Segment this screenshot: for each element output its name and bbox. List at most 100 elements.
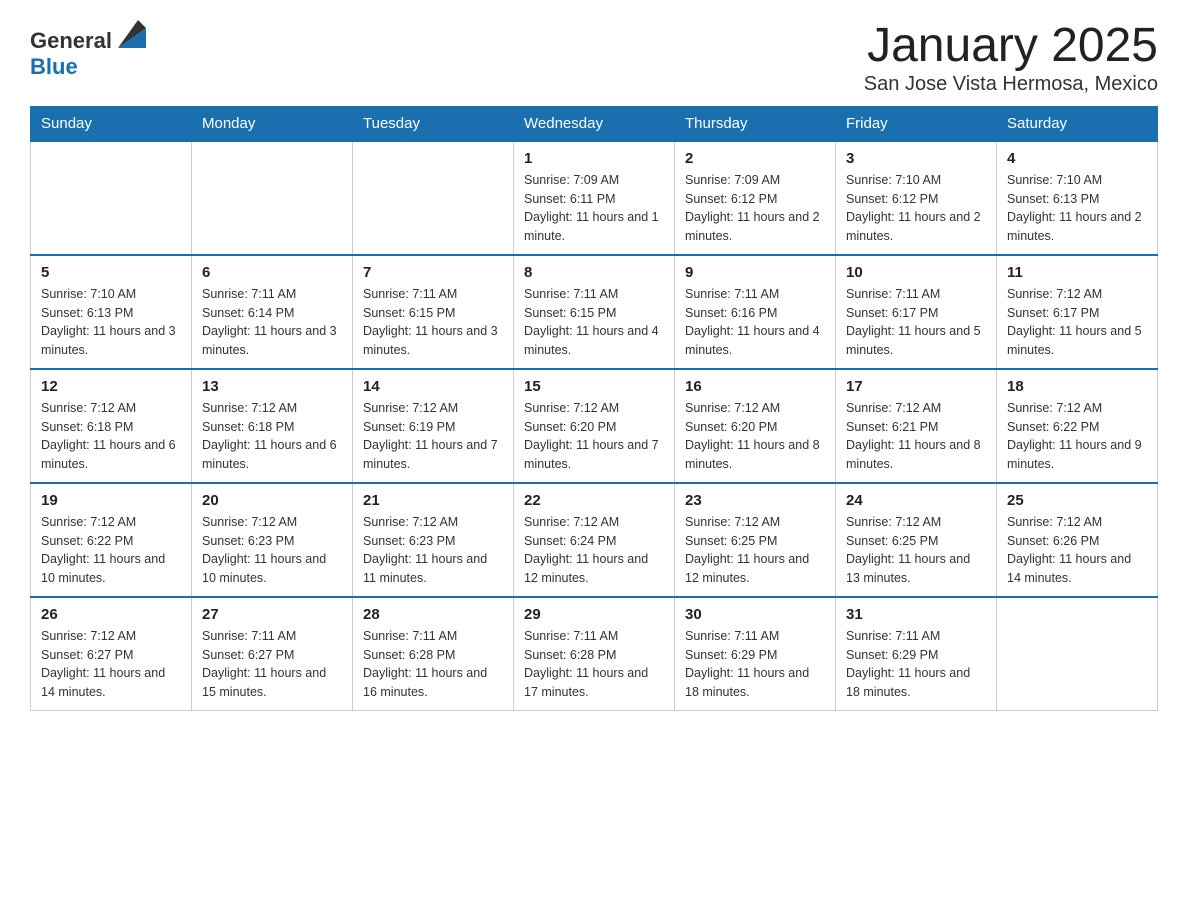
- day-info: Sunrise: 7:11 AMSunset: 6:28 PMDaylight:…: [363, 627, 503, 702]
- day-header-monday: Monday: [192, 106, 353, 141]
- calendar-cell: 13 Sunrise: 7:12 AMSunset: 6:18 PMDayligh…: [192, 369, 353, 483]
- day-number: 10: [846, 264, 986, 281]
- calendar-cell: 22Sunrise: 7:12 AMSunset: 6:24 PMDayligh…: [514, 483, 675, 597]
- title-section: January 2025 San Jose Vista Hermosa, Mex…: [864, 20, 1158, 96]
- day-number: 19: [41, 492, 181, 509]
- day-info: Sunrise: 7:12 AMSunset: 6:23 PMDaylight:…: [363, 513, 503, 588]
- day-number: 22: [524, 492, 664, 509]
- day-info: Sunrise: 7:12 AMSunset: 6:25 PMDaylight:…: [846, 513, 986, 588]
- calendar-table: SundayMondayTuesdayWednesdayThursdayFrid…: [30, 106, 1158, 711]
- calendar-week-row: 12 Sunrise: 7:12 AMSunset: 6:18 PMDayligh…: [31, 369, 1158, 483]
- calendar-cell: 11Sunrise: 7:12 AMSunset: 6:17 PMDayligh…: [997, 255, 1158, 369]
- calendar-header: SundayMondayTuesdayWednesdayThursdayFrid…: [31, 106, 1158, 141]
- calendar-cell: 6 Sunrise: 7:11 AMSunset: 6:14 PMDaylight…: [192, 255, 353, 369]
- day-info: Sunrise: 7:11 AMSunset: 6:29 PMDaylight:…: [685, 627, 825, 702]
- calendar-cell: 8 Sunrise: 7:11 AMSunset: 6:15 PMDaylight…: [514, 255, 675, 369]
- day-info: Sunrise: 7:10 AMSunset: 6:13 PMDaylight:…: [41, 285, 181, 360]
- day-info: Sunrise: 7:10 AMSunset: 6:13 PMDaylight:…: [1007, 171, 1147, 246]
- day-number: 11: [1007, 264, 1147, 281]
- day-info: Sunrise: 7:11 AMSunset: 6:15 PMDaylight:…: [363, 285, 503, 360]
- day-info: Sunrise: 7:12 AMSunset: 6:25 PMDaylight:…: [685, 513, 825, 588]
- day-info: Sunrise: 7:11 AMSunset: 6:15 PMDaylight:…: [524, 285, 664, 360]
- day-number: 26: [41, 606, 181, 623]
- day-info: Sunrise: 7:11 AMSunset: 6:14 PMDaylight:…: [202, 285, 342, 360]
- day-number: 12: [41, 378, 181, 395]
- month-title: January 2025: [864, 20, 1158, 73]
- calendar-cell: 4 Sunrise: 7:10 AMSunset: 6:13 PMDaylight…: [997, 141, 1158, 255]
- calendar-cell: 20Sunrise: 7:12 AMSunset: 6:23 PMDayligh…: [192, 483, 353, 597]
- day-info: Sunrise: 7:12 AMSunset: 6:18 PMDaylight:…: [202, 399, 342, 474]
- day-number: 28: [363, 606, 503, 623]
- day-header-thursday: Thursday: [675, 106, 836, 141]
- calendar-cell: 17 Sunrise: 7:12 AMSunset: 6:21 PMDayligh…: [836, 369, 997, 483]
- day-info: Sunrise: 7:12 AMSunset: 6:22 PMDaylight:…: [41, 513, 181, 588]
- day-number: 17: [846, 378, 986, 395]
- calendar-cell: 16 Sunrise: 7:12 AMSunset: 6:20 PMDayligh…: [675, 369, 836, 483]
- day-number: 9: [685, 264, 825, 281]
- calendar-cell: 30 Sunrise: 7:11 AMSunset: 6:29 PMDayligh…: [675, 597, 836, 711]
- calendar-cell: 3 Sunrise: 7:10 AMSunset: 6:12 PMDaylight…: [836, 141, 997, 255]
- calendar-week-row: 5 Sunrise: 7:10 AMSunset: 6:13 PMDaylight…: [31, 255, 1158, 369]
- days-header-row: SundayMondayTuesdayWednesdayThursdayFrid…: [31, 106, 1158, 141]
- calendar-cell: 28 Sunrise: 7:11 AMSunset: 6:28 PMDayligh…: [353, 597, 514, 711]
- day-info: Sunrise: 7:11 AMSunset: 6:16 PMDaylight:…: [685, 285, 825, 360]
- day-info: Sunrise: 7:12 AMSunset: 6:18 PMDaylight:…: [41, 399, 181, 474]
- day-info: Sunrise: 7:11 AMSunset: 6:27 PMDaylight:…: [202, 627, 342, 702]
- day-info: Sunrise: 7:12 AMSunset: 6:21 PMDaylight:…: [846, 399, 986, 474]
- day-header-saturday: Saturday: [997, 106, 1158, 141]
- day-header-friday: Friday: [836, 106, 997, 141]
- calendar-week-row: 26Sunrise: 7:12 AMSunset: 6:27 PMDayligh…: [31, 597, 1158, 711]
- day-number: 29: [524, 606, 664, 623]
- calendar-week-row: 1 Sunrise: 7:09 AMSunset: 6:11 PMDaylight…: [31, 141, 1158, 255]
- day-info: Sunrise: 7:12 AMSunset: 6:20 PMDaylight:…: [524, 399, 664, 474]
- calendar-cell: [31, 141, 192, 255]
- day-number: 23: [685, 492, 825, 509]
- day-number: 16: [685, 378, 825, 395]
- calendar-cell: 9 Sunrise: 7:11 AMSunset: 6:16 PMDaylight…: [675, 255, 836, 369]
- calendar-cell: 23 Sunrise: 7:12 AMSunset: 6:25 PMDayligh…: [675, 483, 836, 597]
- day-number: 6: [202, 264, 342, 281]
- calendar-cell: 7 Sunrise: 7:11 AMSunset: 6:15 PMDaylight…: [353, 255, 514, 369]
- day-number: 4: [1007, 150, 1147, 167]
- calendar-cell: 2Sunrise: 7:09 AMSunset: 6:12 PMDaylight…: [675, 141, 836, 255]
- day-info: Sunrise: 7:12 AMSunset: 6:19 PMDaylight:…: [363, 399, 503, 474]
- day-number: 14: [363, 378, 503, 395]
- logo-text-general: General: [30, 28, 112, 53]
- day-number: 27: [202, 606, 342, 623]
- day-number: 30: [685, 606, 825, 623]
- day-info: Sunrise: 7:09 AMSunset: 6:11 PMDaylight:…: [524, 171, 664, 246]
- calendar-cell: 5 Sunrise: 7:10 AMSunset: 6:13 PMDaylight…: [31, 255, 192, 369]
- day-header-tuesday: Tuesday: [353, 106, 514, 141]
- calendar-cell: 12 Sunrise: 7:12 AMSunset: 6:18 PMDayligh…: [31, 369, 192, 483]
- logo-text-blue: Blue: [30, 54, 78, 79]
- calendar-cell: 1 Sunrise: 7:09 AMSunset: 6:11 PMDaylight…: [514, 141, 675, 255]
- calendar-cell: 18Sunrise: 7:12 AMSunset: 6:22 PMDayligh…: [997, 369, 1158, 483]
- day-info: Sunrise: 7:12 AMSunset: 6:26 PMDaylight:…: [1007, 513, 1147, 588]
- day-number: 20: [202, 492, 342, 509]
- calendar-cell: 19 Sunrise: 7:12 AMSunset: 6:22 PMDayligh…: [31, 483, 192, 597]
- day-info: Sunrise: 7:12 AMSunset: 6:22 PMDaylight:…: [1007, 399, 1147, 474]
- calendar-cell: 29Sunrise: 7:11 AMSunset: 6:28 PMDayligh…: [514, 597, 675, 711]
- day-info: Sunrise: 7:12 AMSunset: 6:20 PMDaylight:…: [685, 399, 825, 474]
- day-number: 8: [524, 264, 664, 281]
- day-header-wednesday: Wednesday: [514, 106, 675, 141]
- logo: General Blue: [30, 20, 146, 80]
- day-header-sunday: Sunday: [31, 106, 192, 141]
- day-number: 3: [846, 150, 986, 167]
- day-number: 7: [363, 264, 503, 281]
- calendar-cell: [353, 141, 514, 255]
- calendar-cell: 26Sunrise: 7:12 AMSunset: 6:27 PMDayligh…: [31, 597, 192, 711]
- calendar-cell: 10Sunrise: 7:11 AMSunset: 6:17 PMDayligh…: [836, 255, 997, 369]
- location-title: San Jose Vista Hermosa, Mexico: [864, 73, 1158, 96]
- calendar-body: 1 Sunrise: 7:09 AMSunset: 6:11 PMDaylight…: [31, 141, 1158, 711]
- day-number: 5: [41, 264, 181, 281]
- day-number: 24: [846, 492, 986, 509]
- day-number: 1: [524, 150, 664, 167]
- day-number: 15: [524, 378, 664, 395]
- calendar-cell: 31Sunrise: 7:11 AMSunset: 6:29 PMDayligh…: [836, 597, 997, 711]
- day-number: 13: [202, 378, 342, 395]
- day-info: Sunrise: 7:10 AMSunset: 6:12 PMDaylight:…: [846, 171, 986, 246]
- day-number: 21: [363, 492, 503, 509]
- calendar-cell: [997, 597, 1158, 711]
- calendar-cell: 21 Sunrise: 7:12 AMSunset: 6:23 PMDayligh…: [353, 483, 514, 597]
